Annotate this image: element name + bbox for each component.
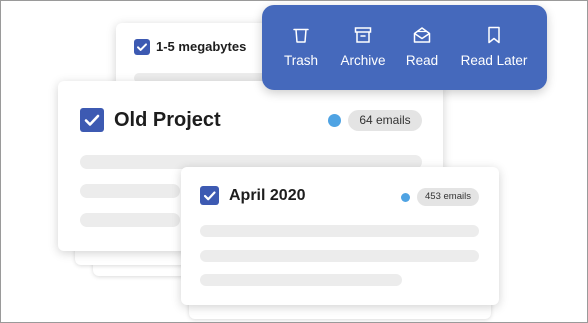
email-count-badge: 453 emails <box>417 188 479 206</box>
read-later-button[interactable]: Read Later <box>452 5 536 90</box>
placeholder-line <box>80 184 180 198</box>
status-dot <box>328 114 341 127</box>
checkbox-checked[interactable] <box>200 186 219 205</box>
placeholder-line <box>80 213 180 227</box>
email-count-badge: 64 emails <box>348 110 422 131</box>
group-card-date[interactable]: April 2020 453 emails <box>181 167 499 305</box>
group-title: 1-5 megabytes <box>156 39 247 54</box>
checkmark-icon <box>84 114 100 126</box>
checkbox-checked[interactable] <box>134 39 150 55</box>
checkbox-checked[interactable] <box>80 108 104 132</box>
placeholder-line <box>200 225 479 237</box>
group-title: April 2020 <box>229 187 306 204</box>
trash-icon <box>293 28 309 43</box>
toolbar-label: Archive <box>340 53 386 68</box>
trash-button[interactable]: Trash <box>272 5 330 90</box>
read-button[interactable]: Read <box>396 5 448 90</box>
open-envelope-icon <box>413 27 431 43</box>
placeholder-line <box>200 250 479 262</box>
bulk-action-toolbar: Trash Archive Read Read Later <box>262 5 547 90</box>
archive-icon <box>354 27 372 43</box>
toolbar-label: Read <box>405 53 439 68</box>
bookmark-icon <box>488 26 500 44</box>
toolbar-label: Read Later <box>460 53 528 68</box>
checkmark-icon <box>137 43 147 51</box>
status-dot <box>401 193 410 202</box>
checkmark-icon <box>203 191 216 201</box>
archive-button[interactable]: Archive <box>332 5 394 90</box>
toolbar-label: Trash <box>283 53 318 68</box>
placeholder-line <box>200 274 402 286</box>
illustration-frame: 1-5 megabytes Old Project 64 emails Apri… <box>0 0 588 323</box>
group-title: Old Project <box>114 109 221 131</box>
